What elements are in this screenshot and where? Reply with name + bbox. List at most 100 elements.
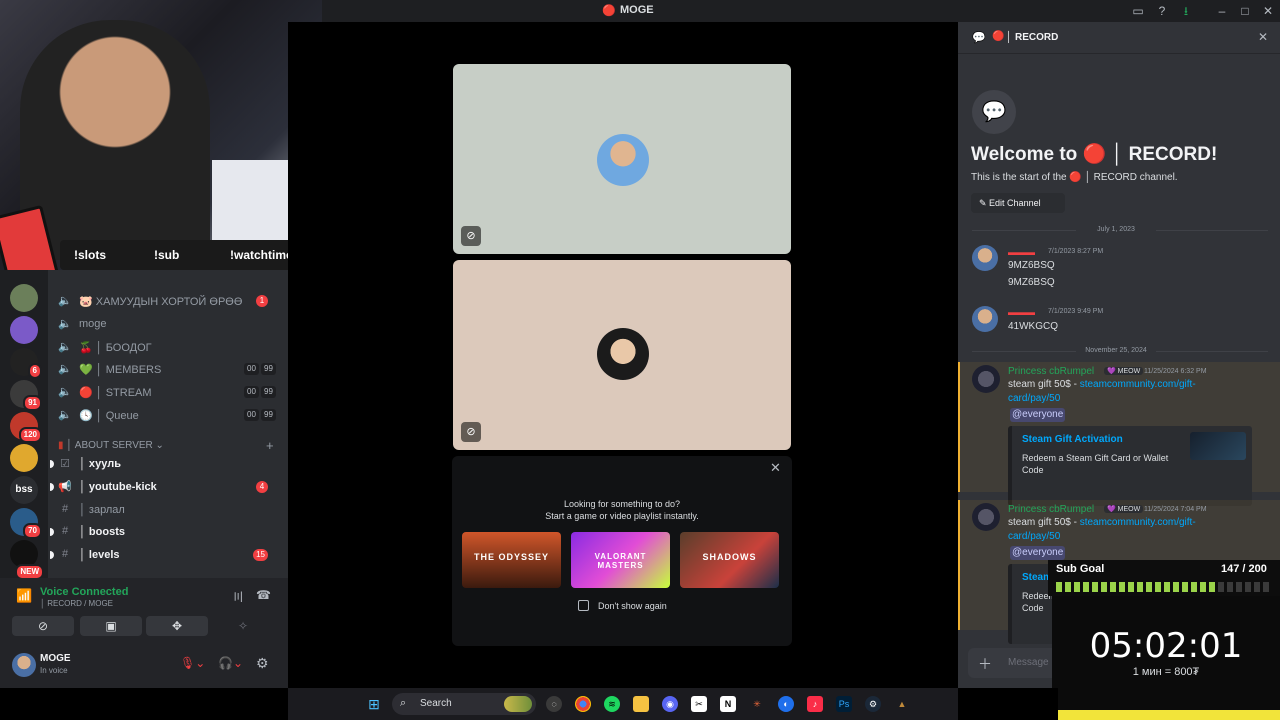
progress-segment (1092, 582, 1098, 592)
deafen-icon[interactable]: 🎧⌄ (218, 656, 243, 670)
download-icon[interactable]: ⭳ (1178, 3, 1194, 19)
dont-show-checkbox[interactable] (578, 600, 589, 611)
activities-button[interactable]: ✥ (146, 616, 208, 636)
text-channel[interactable]: # │ зарлал (58, 500, 278, 520)
activity-card[interactable]: SHADOWS (680, 532, 779, 588)
rules-icon: ☑ (60, 458, 70, 470)
message-author[interactable]: Princess cbRumpel (1008, 366, 1094, 377)
server-icon[interactable]: NEW (10, 540, 44, 580)
server-icon[interactable]: 6 (10, 348, 42, 379)
close-icon[interactable]: ✕ (1260, 3, 1276, 19)
everyone-mention[interactable]: @everyone (1010, 408, 1066, 422)
server-icon[interactable]: 91 (10, 380, 42, 411)
server-icon[interactable] (10, 284, 38, 312)
voice-location[interactable]: │ RECORD / MOGE (40, 599, 113, 608)
photoshop-icon[interactable]: Ps (836, 696, 852, 712)
sub-goal-count: 147 / 200 (1221, 563, 1267, 575)
activity-card[interactable]: VALORANT MASTERS (571, 532, 670, 588)
progress-segment (1065, 582, 1071, 592)
voice-channel[interactable]: 🔈 moge (58, 314, 278, 334)
taskbar-right-margin (958, 688, 1058, 720)
participant-tile[interactable]: ⊘ (453, 64, 791, 254)
discord-icon[interactable]: ◉ (662, 696, 678, 712)
everyone-mention[interactable]: @everyone (1010, 546, 1066, 560)
noise-suppression-icon[interactable]: 〣 (232, 588, 244, 605)
edit-channel-button[interactable]: ✎ Edit Channel (971, 193, 1065, 213)
progress-segment (1245, 582, 1251, 592)
category-about-server[interactable]: ▮ │ ABOUT SERVER ⌄ (58, 440, 164, 451)
spotify-icon[interactable]: ≋ (604, 696, 620, 712)
voice-status[interactable]: Voice Connected (40, 586, 128, 598)
close-activity-icon[interactable]: ✕ (770, 460, 781, 476)
close-chat-icon[interactable]: ✕ (1258, 30, 1268, 44)
server-icon[interactable] (10, 444, 38, 472)
voice-channel[interactable]: 🔈 🐷 ХАМУУДЫН ХОРТОЙ ӨРӨӨ 1 (58, 291, 278, 311)
text-channel-label: │ boosts (79, 526, 125, 538)
add-attachment-icon[interactable]: ＋ (978, 654, 992, 674)
highlighted-message[interactable]: Princess cbRumpel 💜 MEOW 11/25/2024 6:32… (958, 362, 1280, 506)
text-channel[interactable]: # │ boosts (50, 522, 278, 542)
help-icon[interactable]: ? (1154, 3, 1170, 19)
user-limit: 99 (261, 363, 276, 375)
participant-tile[interactable]: ⊘ (453, 260, 791, 450)
text-channel[interactable]: ☑ │ хууль (50, 454, 278, 474)
user-limit: 99 (261, 386, 276, 398)
thread-icon: 💬 (972, 32, 986, 44)
user-avatar[interactable] (12, 653, 36, 677)
voice-channel[interactable]: 🔈 🕓 │ Queue 00 99 (58, 405, 278, 425)
notion-icon[interactable]: N (720, 696, 736, 712)
text-channel[interactable]: 📢 │ youtube-kick 4 (50, 477, 278, 497)
server-icon[interactable] (10, 316, 38, 344)
capcut-icon[interactable]: ✂ (691, 696, 707, 712)
activity-card[interactable]: THE ODYSSEY (462, 532, 561, 588)
steam-thumbnail (1190, 432, 1246, 460)
message-author[interactable]: ▬▬▬ (1008, 307, 1035, 317)
server-icon-bss[interactable]: bss (10, 476, 38, 504)
message-time: 11/25/2024 7:04 PM (1144, 506, 1207, 513)
voice-channel[interactable]: 🔈 🔴 │ STREAM 00 99 (58, 382, 278, 402)
speaker-icon: 🔈 (58, 386, 72, 398)
soundboard-button[interactable]: ✧ (212, 616, 274, 636)
windows-start-icon[interactable]: ⊞ (366, 696, 382, 712)
maximize-icon[interactable]: □ (1237, 3, 1253, 19)
voice-channel-label: 🍒 │ БООДОГ (79, 342, 152, 354)
add-channel-icon[interactable]: + (266, 438, 274, 453)
message-avatar[interactable] (972, 365, 1000, 393)
game-launcher-icon[interactable]: ▲ (894, 696, 910, 712)
chrome-icon[interactable] (575, 696, 591, 712)
hash-icon: # (61, 503, 69, 515)
settings-gear-icon[interactable]: ⚙ (256, 655, 269, 672)
copilot-icon[interactable]: ◌ (546, 696, 562, 712)
server-icon[interactable]: 70 (10, 508, 42, 539)
disconnect-icon[interactable]: ☎ (256, 588, 271, 602)
embed-description: Redeem a Steam Gift Card or Wallet Code (1022, 453, 1169, 475)
steam-icon[interactable]: ⚙ (865, 696, 881, 712)
apple-music-icon[interactable]: ♪ (807, 696, 823, 712)
claude-icon[interactable]: ✳ (749, 696, 765, 712)
message-author[interactable]: ▬▬▬ (1008, 247, 1035, 257)
embed-title[interactable]: Steam Gift Activation (1022, 434, 1123, 445)
mute-mic-icon[interactable]: 🎙⌄ (180, 656, 205, 670)
message-avatar[interactable] (972, 245, 998, 271)
command-sub: !sub (154, 248, 180, 262)
minimize-icon[interactable]: – (1214, 3, 1230, 19)
message-time: 7/1/2023 8:27 PM (1048, 248, 1104, 255)
edge-icon[interactable]: ◐ (778, 696, 794, 712)
inbox-icon[interactable]: ▭ (1130, 3, 1146, 19)
timer-value: 05:02:01 (1089, 626, 1243, 666)
taskbar-search[interactable]: ⌕ Search (392, 693, 536, 715)
voice-channel[interactable]: 🔈 🍒 │ БООДОГ (58, 337, 278, 357)
message-placeholder: Message (1008, 657, 1049, 668)
message-avatar[interactable] (972, 306, 998, 332)
message-author[interactable]: Princess cbRumpel (1008, 504, 1094, 515)
server-icon[interactable]: 120 (10, 412, 42, 443)
file-explorer-icon[interactable] (633, 696, 649, 712)
voice-channel-label: 🔴 │ STREAM (79, 387, 152, 399)
progress-segment (1083, 582, 1089, 592)
speaker-icon: 🔈 (58, 318, 72, 330)
message-avatar[interactable] (972, 503, 1000, 531)
camera-off-button[interactable]: ⊘ (12, 616, 74, 636)
voice-channel[interactable]: 🔈 💚 │ MEMBERS 00 99 (58, 359, 278, 379)
text-channel[interactable]: # │ levels 15 (50, 545, 278, 565)
screen-share-button[interactable]: ▣ (80, 616, 142, 636)
